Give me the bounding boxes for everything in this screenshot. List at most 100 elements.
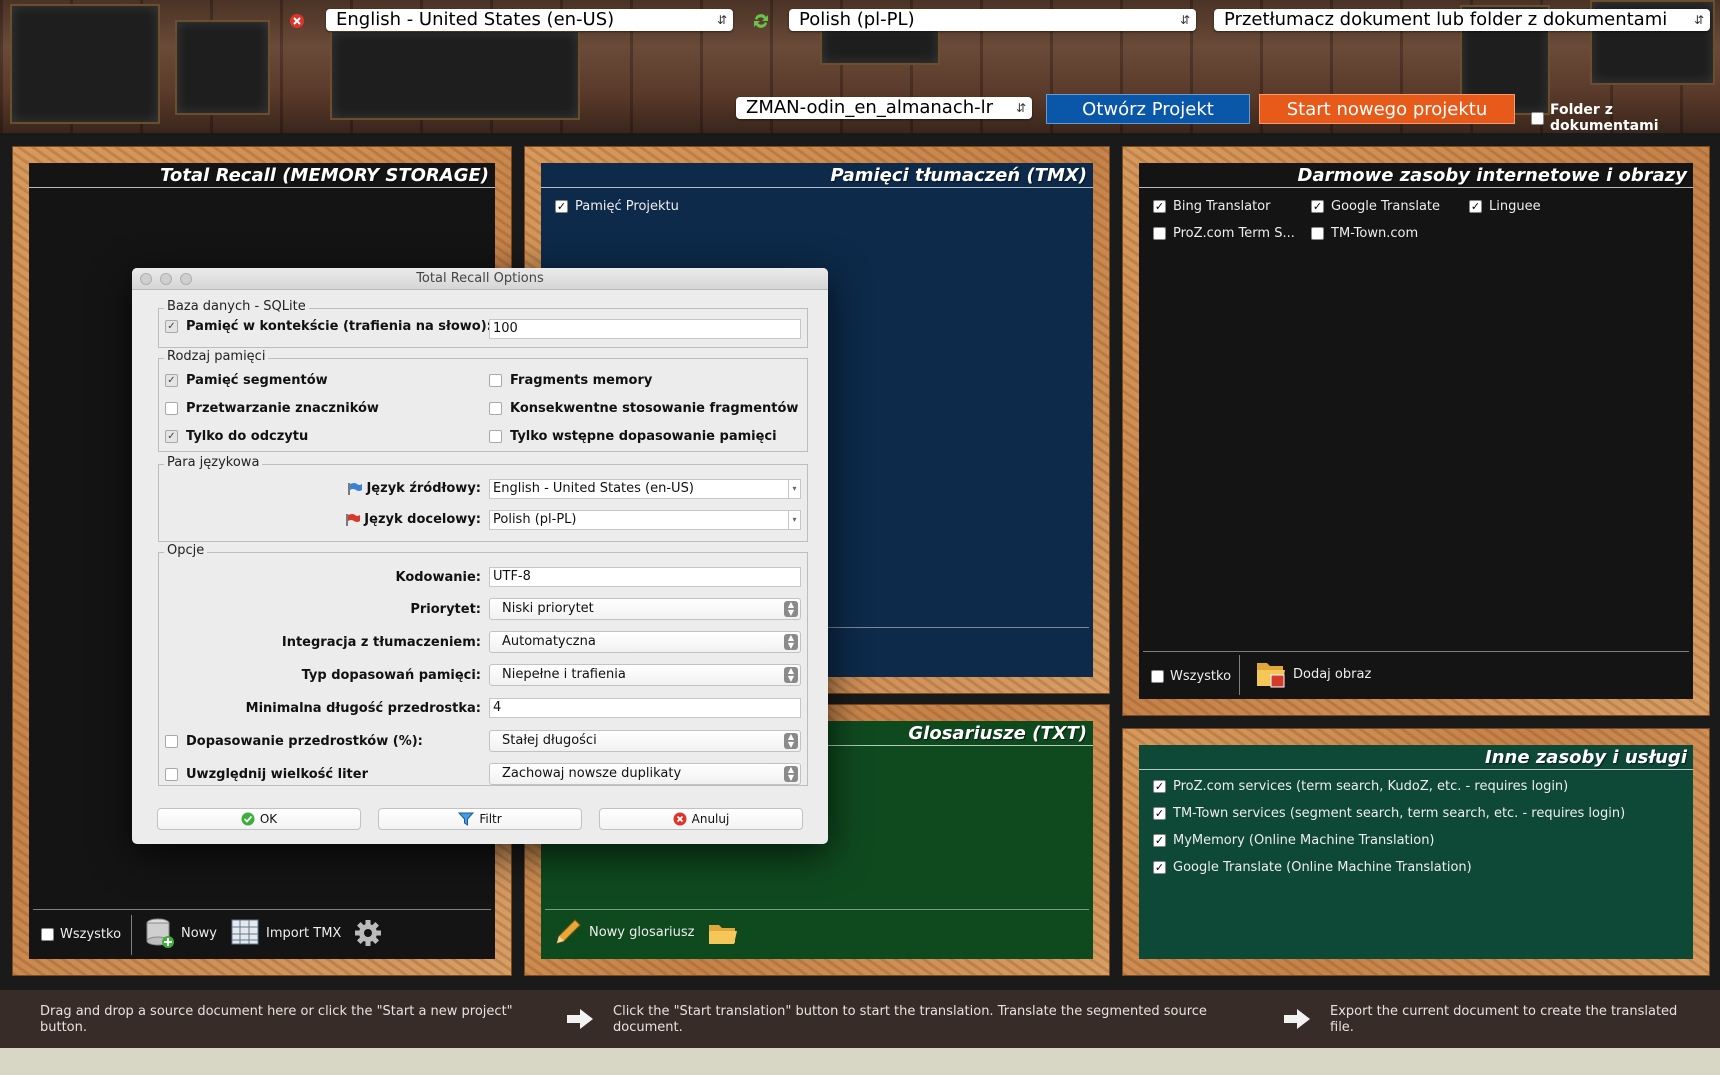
- google-checkbox[interactable]: [1311, 200, 1324, 213]
- proz-term-checkbox[interactable]: [1153, 227, 1166, 240]
- service-google-mt[interactable]: Google Translate (Online Machine Transla…: [1153, 860, 1472, 875]
- tag-processing-label: Przetwarzanie znaczników: [186, 401, 379, 416]
- red-flag-icon: [346, 513, 361, 526]
- proz-service-checkbox[interactable]: [1153, 780, 1166, 793]
- context-memory-row[interactable]: Pamięć w kontekście (trafienia na słowo)…: [165, 319, 492, 334]
- google-mt-checkbox[interactable]: [1153, 861, 1166, 874]
- prefix-match-row[interactable]: Dopasowanie przedrostków (%):: [165, 734, 423, 749]
- internet-panel-frame: Darmowe zasoby internetowe i obrazy Bing…: [1122, 146, 1710, 716]
- target-lang-combo[interactable]: Polish (pl-PL) ▾: [489, 510, 801, 530]
- mymemory-checkbox[interactable]: [1153, 834, 1166, 847]
- min-prefix-input[interactable]: 4: [489, 698, 801, 718]
- resource-proz-term[interactable]: ProZ.com Term S...: [1153, 226, 1295, 241]
- linguee-checkbox[interactable]: [1469, 200, 1482, 213]
- title-underline: [541, 187, 1093, 188]
- integration-value: Automatyczna: [502, 634, 596, 649]
- window-close-button[interactable]: [140, 273, 152, 285]
- chalkboard-decoration: [175, 20, 270, 115]
- fragments-memory-checkbox[interactable]: [489, 374, 502, 387]
- prefix-match-checkbox[interactable]: [165, 735, 178, 748]
- tm-town-service-checkbox[interactable]: [1153, 807, 1166, 820]
- filter-button[interactable]: Filtr: [378, 808, 582, 830]
- resource-google-translate[interactable]: Google Translate: [1311, 199, 1440, 214]
- folder-checkbox[interactable]: [1531, 111, 1544, 125]
- select-stepper-icon: ▲ ▼: [784, 601, 798, 617]
- resource-tm-town[interactable]: TM-Town.com: [1311, 226, 1418, 241]
- ok-button[interactable]: OK: [157, 808, 361, 830]
- consistent-fragments-option[interactable]: Konsekwentne stosowanie fragmentów: [489, 401, 798, 416]
- tag-processing-option[interactable]: Przetwarzanie znaczników: [165, 401, 379, 416]
- tmx-item-project-memory[interactable]: Pamięć Projektu: [555, 199, 679, 214]
- context-memory-input[interactable]: 100: [489, 319, 801, 339]
- service-tm-town[interactable]: TM-Town services (segment search, term s…: [1153, 806, 1625, 821]
- read-only-checkbox[interactable]: [165, 430, 178, 443]
- close-icon[interactable]: [289, 13, 305, 29]
- tag-processing-checkbox[interactable]: [165, 402, 178, 415]
- source-lang-combo[interactable]: English - United States (en-US) ▾: [489, 479, 801, 499]
- new-glossary-button[interactable]: Nowy glosariusz: [553, 917, 695, 947]
- open-folder-icon[interactable]: [707, 921, 739, 947]
- mode-value: Przetłumacz dokument lub folder z dokume…: [1224, 9, 1668, 30]
- segment-memory-label: Pamięć segmentów: [186, 373, 328, 388]
- tm-town-checkbox[interactable]: [1311, 227, 1324, 240]
- window-zoom-button[interactable]: [180, 273, 192, 285]
- project-select[interactable]: ZMAN-odin_en_almanach-lr ⇵: [736, 97, 1032, 119]
- fragments-memory-option[interactable]: Fragments memory: [489, 373, 652, 388]
- folder-checkbox-row[interactable]: Folder z dokumentami: [1531, 102, 1720, 133]
- resource-linguee[interactable]: Linguee: [1469, 199, 1541, 214]
- target-language-select[interactable]: Polish (pl-PL) ⇵: [789, 9, 1196, 31]
- prefix-match-select[interactable]: Stałej długości ▲ ▼: [489, 730, 801, 752]
- service-proz[interactable]: ProZ.com services (term search, KudoZ, e…: [1153, 779, 1568, 794]
- segment-memory-option[interactable]: Pamięć segmentów: [165, 373, 328, 388]
- linguee-label: Linguee: [1489, 199, 1541, 214]
- new-memory-button[interactable]: Nowy: [145, 917, 217, 949]
- service-mymemory[interactable]: MyMemory (Online Machine Translation): [1153, 833, 1435, 848]
- encoding-input[interactable]: UTF-8: [489, 567, 801, 587]
- new-project-button[interactable]: Start nowego projektu: [1259, 94, 1515, 124]
- case-sensitive-checkbox[interactable]: [165, 768, 178, 781]
- case-sensitive-row[interactable]: Uwzględnij wielkość liter: [165, 767, 368, 782]
- min-prefix-value: 4: [493, 700, 502, 715]
- source-language-select[interactable]: English - United States (en-US) ⇵: [326, 9, 733, 31]
- cancel-label: Anuluj: [691, 812, 730, 826]
- swap-languages-icon[interactable]: [752, 12, 770, 30]
- memory-all-checkbox[interactable]: [41, 928, 54, 941]
- target-lang-label-row: Język docelowy:: [159, 512, 481, 527]
- duplicates-value: Zachowaj nowsze duplikaty: [502, 766, 682, 781]
- integration-select[interactable]: Automatyczna ▲ ▼: [489, 631, 801, 653]
- pre-matching-option[interactable]: Tylko wstępne dopasowanie pamięci: [489, 429, 777, 444]
- internet-all-checkbox-row[interactable]: Wszystko: [1151, 669, 1231, 684]
- read-only-option[interactable]: Tylko do odczytu: [165, 429, 308, 444]
- select-stepper-icon: ▲ ▼: [784, 766, 798, 782]
- title-underline: [1139, 187, 1693, 188]
- import-tmx-button[interactable]: Import TMX: [230, 917, 341, 949]
- memory-all-checkbox-row[interactable]: Wszystko: [41, 927, 121, 942]
- status-step-3: Export the current document to create th…: [1330, 1004, 1678, 1035]
- duplicates-select[interactable]: Zachowaj nowsze duplikaty ▲ ▼: [489, 763, 801, 785]
- encoding-value: UTF-8: [493, 569, 531, 584]
- open-project-button[interactable]: Otwórz Projekt: [1046, 94, 1250, 124]
- window-minimize-button[interactable]: [160, 273, 172, 285]
- project-memory-checkbox[interactable]: [555, 200, 568, 213]
- segment-memory-checkbox[interactable]: [165, 374, 178, 387]
- bing-checkbox[interactable]: [1153, 200, 1166, 213]
- cancel-button[interactable]: Anuluj: [599, 808, 803, 830]
- pre-matching-checkbox[interactable]: [489, 430, 502, 443]
- consistent-fragments-checkbox[interactable]: [489, 402, 502, 415]
- case-sensitive-label: Uwzględnij wielkość liter: [186, 767, 368, 782]
- settings-gear-icon[interactable]: [354, 919, 382, 947]
- mode-select[interactable]: Przetłumacz dokument lub folder z dokume…: [1214, 9, 1710, 31]
- bottom-strip: [0, 1048, 1720, 1075]
- match-type-select[interactable]: Niepełne i trafienia ▲ ▼: [489, 664, 801, 686]
- resource-bing-translator[interactable]: Bing Translator: [1153, 199, 1270, 214]
- chalkboard-decoration: [820, 25, 940, 65]
- dialog-titlebar: Total Recall Options: [132, 268, 828, 290]
- priority-select[interactable]: Niski priorytet ▲ ▼: [489, 598, 801, 620]
- language-pair-group: Para językowa Język źródłowy: English - …: [158, 455, 808, 542]
- check-circle-icon: [241, 812, 255, 826]
- context-memory-checkbox[interactable]: [165, 320, 178, 333]
- internet-all-checkbox[interactable]: [1151, 670, 1164, 683]
- chalkboard-decoration: [10, 4, 160, 124]
- source-language-value: English - United States (en-US): [336, 9, 615, 30]
- add-image-button[interactable]: Dodaj obraz: [1255, 659, 1371, 689]
